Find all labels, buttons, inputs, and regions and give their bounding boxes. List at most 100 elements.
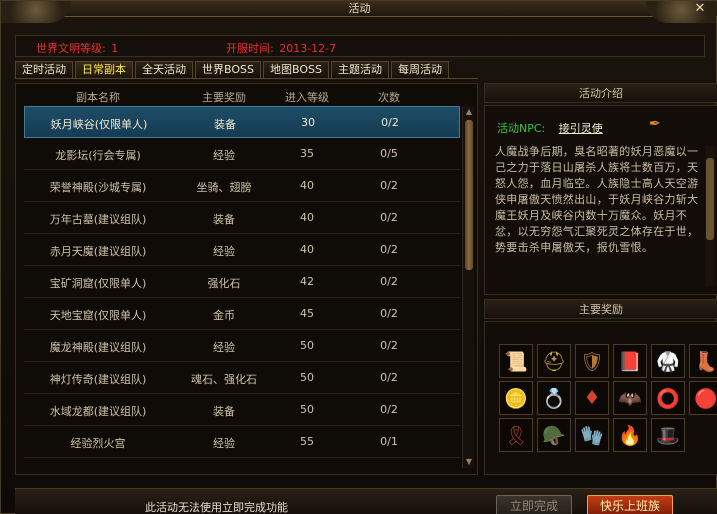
cell-count: 0/2: [380, 371, 398, 384]
fire-orb-icon[interactable]: 🔥: [613, 418, 647, 452]
scroll-up-icon[interactable]: ▲: [463, 106, 475, 118]
world-level: 世界文明等级: 1: [36, 40, 118, 56]
cell-level: 40: [300, 211, 314, 224]
ring-icon[interactable]: 💍: [537, 381, 571, 415]
go-button[interactable]: 快乐上班族: [587, 495, 673, 514]
cell-level: 50: [300, 339, 314, 352]
activity-window: 活动 ✕ 世界文明等级: 1 开服时间: 2013-12-7 定时活动 日常副本全…: [0, 0, 717, 514]
belt-icon[interactable]: 🎗: [499, 418, 533, 452]
table-row[interactable]: 神灯传奇(建议组队) 魂石、强化石 50 0/2: [24, 362, 460, 394]
cell-name: 妖月峡谷(仅限单人): [50, 118, 148, 131]
cell-name: 水域龙都(建议组队): [49, 405, 147, 418]
cell-level: 42: [300, 275, 314, 288]
npc-row: 活动NPC: 接引灵使 ✒: [497, 116, 661, 136]
header-name: 副本名称: [76, 91, 120, 104]
cell-name: 魔龙神殿(建议组队): [49, 341, 147, 354]
scroll-icon[interactable]: 📜: [499, 344, 533, 378]
rewards-box: 📜 ⛑ 🛡 📕 🥋 👢 🪙 💍 ♦ 🦇 ⭕ 🔴 🎗 🪖 🧤 🔥 🎩: [484, 321, 717, 475]
corner-ornament-left: [1, 1, 71, 23]
hat-icon[interactable]: 🎩: [651, 418, 685, 452]
cell-count: 0/2: [380, 211, 398, 224]
table-row[interactable]: 万年古墓(建议组队) 装备 40 0/2: [24, 202, 460, 234]
tab-4[interactable]: 地图BOSS: [262, 61, 329, 78]
npc-link[interactable]: 接引灵使: [559, 122, 603, 135]
table-header: 副本名称 主要奖励 进入等级 次数: [16, 84, 461, 106]
intro-scrollbar[interactable]: [705, 146, 715, 286]
tab-underline: [15, 78, 478, 79]
cell-name: 赤月天魔(建议组队): [49, 245, 147, 258]
cell-level: 45: [300, 307, 314, 320]
window-title: 活动: [348, 2, 371, 15]
cell-name: 龙影坛(行会专属): [55, 149, 141, 162]
cell-count: 0/2: [380, 403, 398, 416]
open-time-value: 2013-12-7: [279, 42, 337, 55]
header-count: 次数: [378, 91, 400, 104]
scroll-thumb[interactable]: [465, 120, 473, 270]
tab-1[interactable]: 日常副本: [75, 61, 133, 78]
table-row[interactable]: 天地宝窟(仅限单人) 金币 45 0/2: [24, 298, 460, 330]
cell-level: 55: [300, 435, 314, 448]
title-bar: 活动: [1, 1, 717, 17]
table-row[interactable]: 赤月天魔(建议组队) 经验 40 0/2: [24, 234, 460, 266]
npc-label: 活动NPC:: [497, 122, 546, 135]
tab-6[interactable]: 每周活动: [390, 61, 449, 78]
dungeon-rows: 妖月峡谷(仅限单人) 装备 30 0/2 龙影坛(行会专属) 经验 35 0/5 荣誉神殿(沙城…: [24, 106, 460, 458]
cell-count: 0/2: [381, 116, 399, 129]
cell-name: 宝矿洞窟(仅限单人): [49, 277, 147, 290]
cell-name: 天地宝窟(仅限单人): [49, 309, 147, 322]
cell-count: 0/2: [380, 339, 398, 352]
table-row[interactable]: 妖月峡谷(仅限单人) 装备 30 0/2: [24, 106, 460, 138]
tab-2[interactable]: 全天活动: [135, 61, 193, 78]
wings-icon[interactable]: 🦇: [613, 381, 647, 415]
intro-box: 活动NPC: 接引灵使 ✒ 人魔战争后期，臭名昭著的妖月恶魔以一己之力于落日山屠…: [484, 105, 717, 295]
table-row[interactable]: 经验烈火宫 经验 55 0/1: [24, 426, 460, 458]
dungeon-list-panel: 副本名称 主要奖励 进入等级 次数 妖月峡谷(仅限单人) 装备 30 0/2 龙影坛(行…: [15, 83, 478, 475]
cell-name: 神灯传奇(建议组队): [49, 373, 147, 386]
helmet-icon[interactable]: ⛑: [537, 344, 571, 378]
instant-complete-button[interactable]: 立即完成: [496, 495, 572, 514]
table-row[interactable]: 龙影坛(行会专属) 经验 35 0/5: [24, 138, 460, 170]
red-orb-icon[interactable]: 🔴: [689, 381, 717, 415]
table-row[interactable]: 宝矿洞窟(仅限单人) 强化石 42 0/2: [24, 266, 460, 298]
cell-level: 30: [301, 116, 315, 129]
cell-count: 0/2: [380, 243, 398, 256]
tab-bar: 定时活动 日常副本 全天活动 世界BOSS 地图BOSS 主题活动 每周活动: [15, 61, 449, 79]
boots-icon[interactable]: 👢: [689, 344, 717, 378]
gem-icon[interactable]: ♦: [575, 381, 609, 415]
reward-grid: 📜 ⛑ 🛡 📕 🥋 👢 🪙 💍 ♦ 🦇 ⭕ 🔴 🎗 🪖 🧤 🔥 🎩: [499, 344, 717, 452]
cell-level: 50: [300, 371, 314, 384]
table-row[interactable]: 魔龙神殿(建议组队) 经验 50 0/2: [24, 330, 460, 362]
cell-name: 万年古墓(建议组队): [49, 213, 147, 226]
notice-text: 此活动无法使用立即完成功能: [145, 501, 288, 514]
intro-scroll-thumb[interactable]: [706, 158, 714, 240]
intro-text: 人魔战争后期，臭名昭著的妖月恶魔以一己之力于落日山屠杀人族将士数百万，天怒人怨，…: [495, 145, 699, 254]
detail-panel: 活动介绍 活动NPC: 接引灵使 ✒ 人魔战争后期，臭名昭著的妖月恶魔以一己之力…: [484, 83, 717, 475]
list-scrollbar[interactable]: ▲ ▼: [462, 106, 474, 468]
pauldron-icon[interactable]: 🪖: [537, 418, 571, 452]
bracelet-icon[interactable]: ⭕: [651, 381, 685, 415]
close-icon[interactable]: ✕: [692, 1, 708, 17]
table-row[interactable]: 水域龙都(建议组队) 装备 50 0/2: [24, 394, 460, 426]
bottom-bar: 此活动无法使用立即完成功能 立即完成 快乐上班族: [15, 488, 717, 514]
cell-count: 0/2: [380, 179, 398, 192]
gauntlet-icon[interactable]: 🧤: [575, 418, 609, 452]
gold-coin-icon[interactable]: 🪙: [499, 381, 533, 415]
cell-count: 0/2: [380, 307, 398, 320]
armor-icon[interactable]: 🛡: [575, 344, 609, 378]
info-bar: 世界文明等级: 1 开服时间: 2013-12-7: [15, 35, 705, 57]
open-time: 开服时间: 2013-12-7: [226, 40, 336, 56]
quill-icon[interactable]: ✒: [649, 116, 667, 134]
scroll-down-icon[interactable]: ▼: [463, 456, 475, 468]
cell-count: 0/5: [380, 147, 398, 160]
bracer-icon[interactable]: 🥋: [651, 344, 685, 378]
cell-level: 50: [300, 403, 314, 416]
tab-0[interactable]: 定时活动: [15, 61, 73, 78]
cell-level: 40: [300, 243, 314, 256]
tab-5[interactable]: 主题活动: [330, 61, 389, 78]
cell-level: 40: [300, 179, 314, 192]
cell-level: 35: [300, 147, 314, 160]
table-row[interactable]: 荣誉神殿(沙城专属) 坐骑、翅膀 40 0/2: [24, 170, 460, 202]
tab-3[interactable]: 世界BOSS: [195, 61, 261, 78]
book-icon[interactable]: 📕: [613, 344, 647, 378]
header-level: 进入等级: [285, 91, 329, 104]
